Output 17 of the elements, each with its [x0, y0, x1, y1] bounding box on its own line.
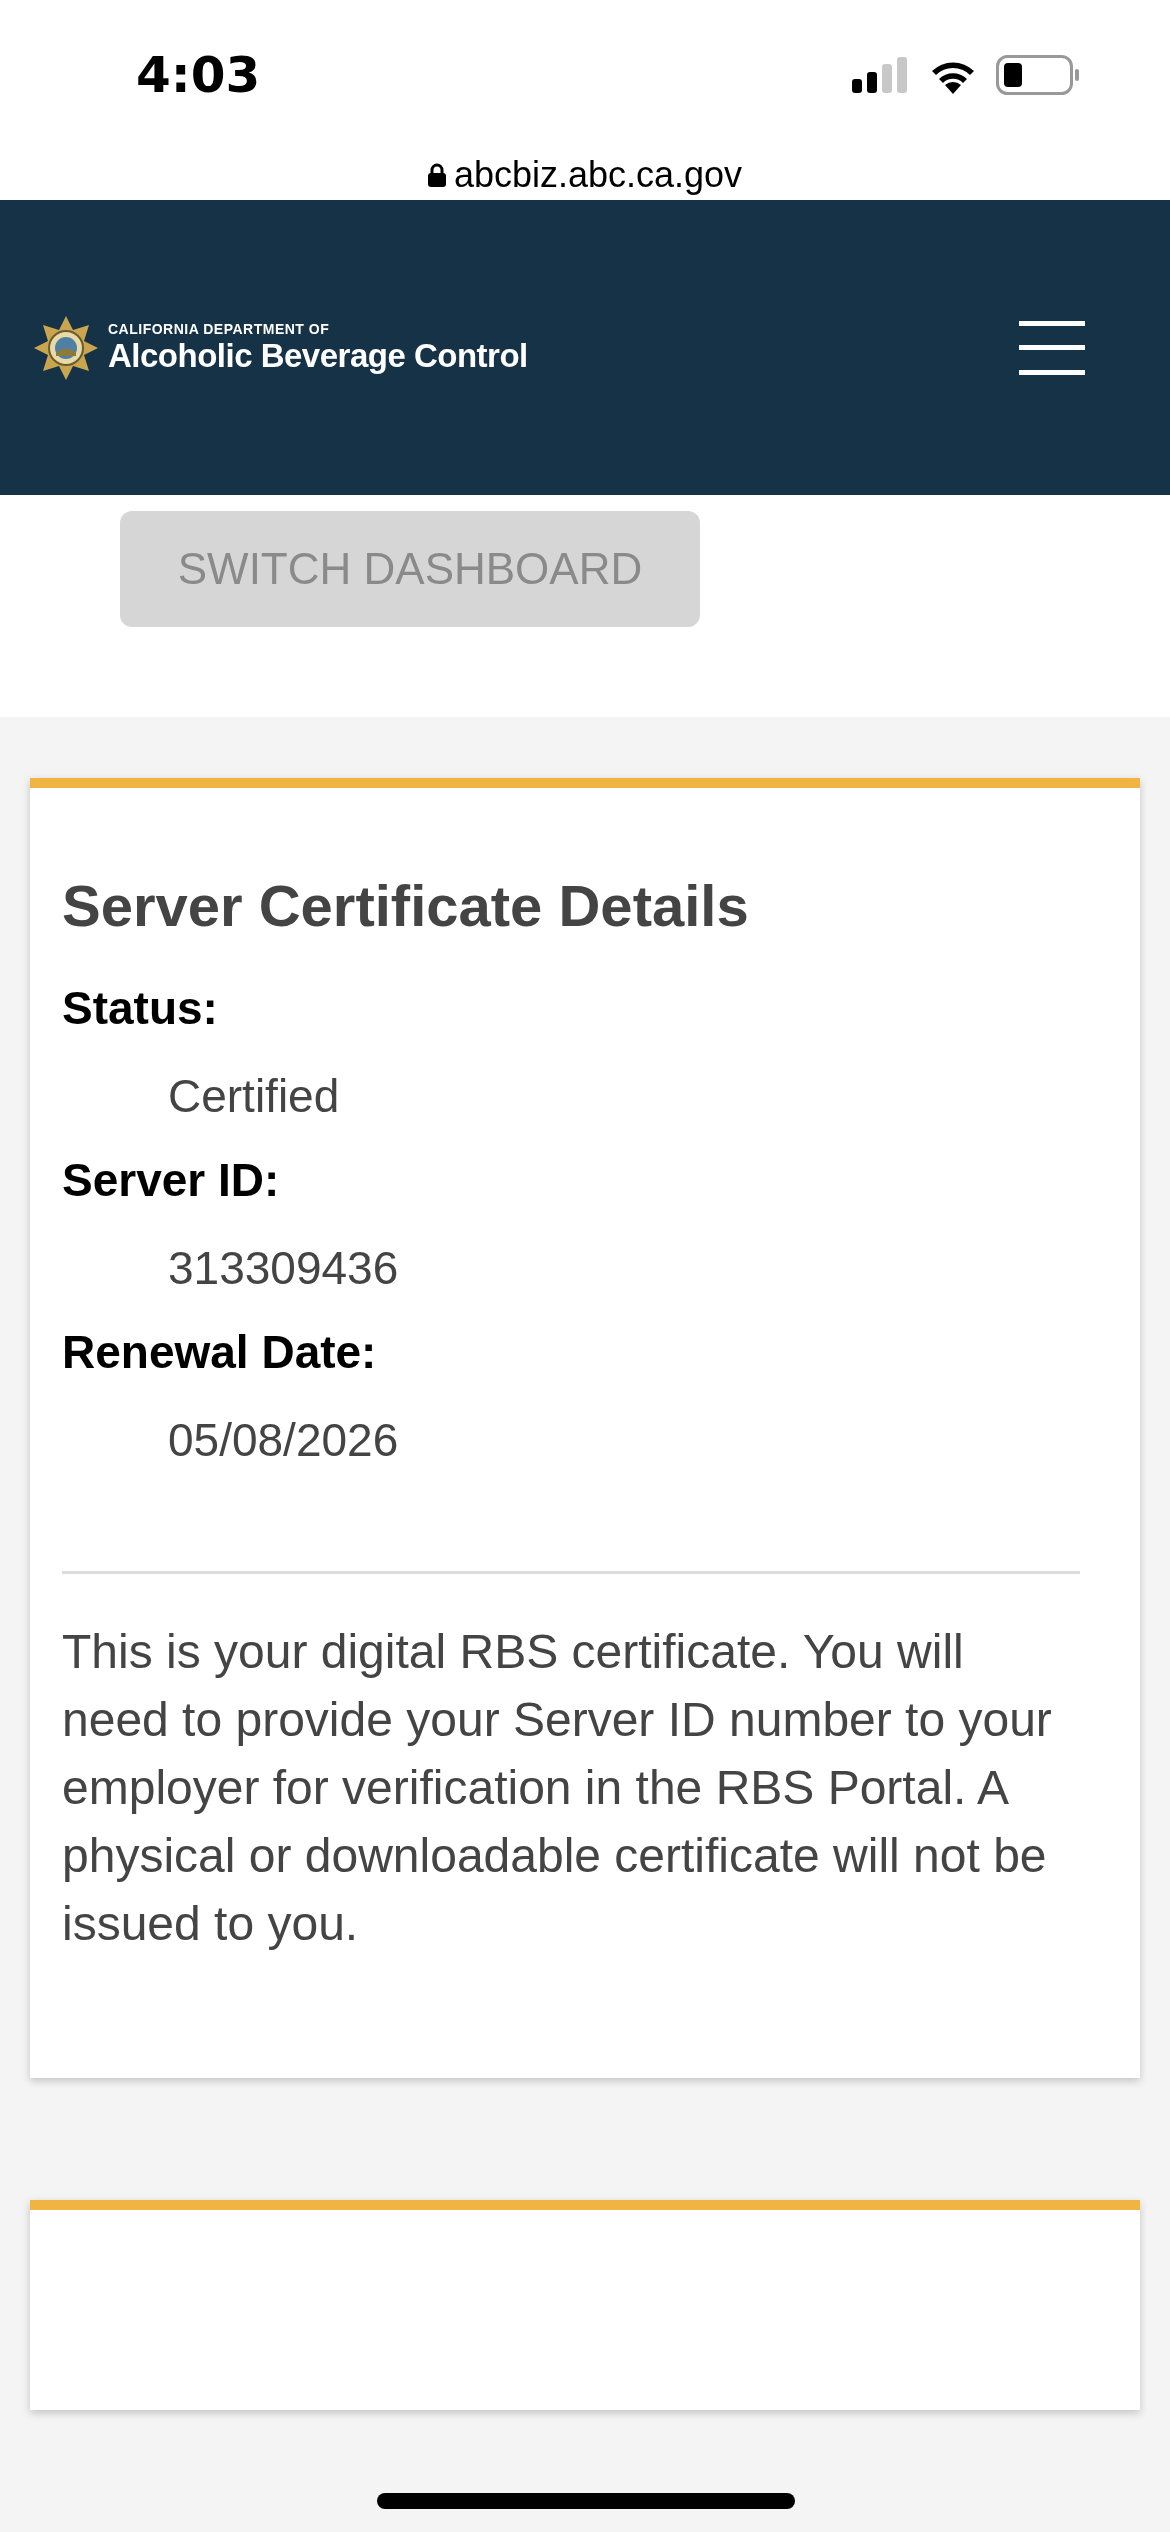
field-value: 313309436 — [167, 1241, 400, 1296]
field-value: 05/08/2026 — [167, 1413, 400, 1468]
field-label: Status: — [62, 981, 219, 1036]
department-label: CALIFORNIA DEPARTMENT OF — [108, 320, 331, 337]
battery-icon — [996, 55, 1080, 95]
certificate-note: This is your digital RBS certificate. You will need to provide your Server ID number to your employer for verification in the RBS Portal. A physical or downloadable certificate will not be issued to you. — [62, 1624, 1053, 1952]
agency-title: Alcoholic Beverage Control — [108, 336, 528, 375]
signal-icon — [852, 57, 910, 93]
status-time: 4:03 — [136, 46, 261, 104]
lock-icon — [427, 163, 446, 187]
card-title: Server Certificate Details — [62, 872, 750, 939]
field-label: Renewal Date: — [62, 1325, 378, 1380]
field-value: Certified — [167, 1069, 341, 1124]
badge-icon — [34, 315, 98, 380]
field-label: Server ID: — [62, 1153, 281, 1208]
menu-button[interactable] — [1019, 320, 1085, 375]
menu-icon — [1019, 320, 1085, 375]
